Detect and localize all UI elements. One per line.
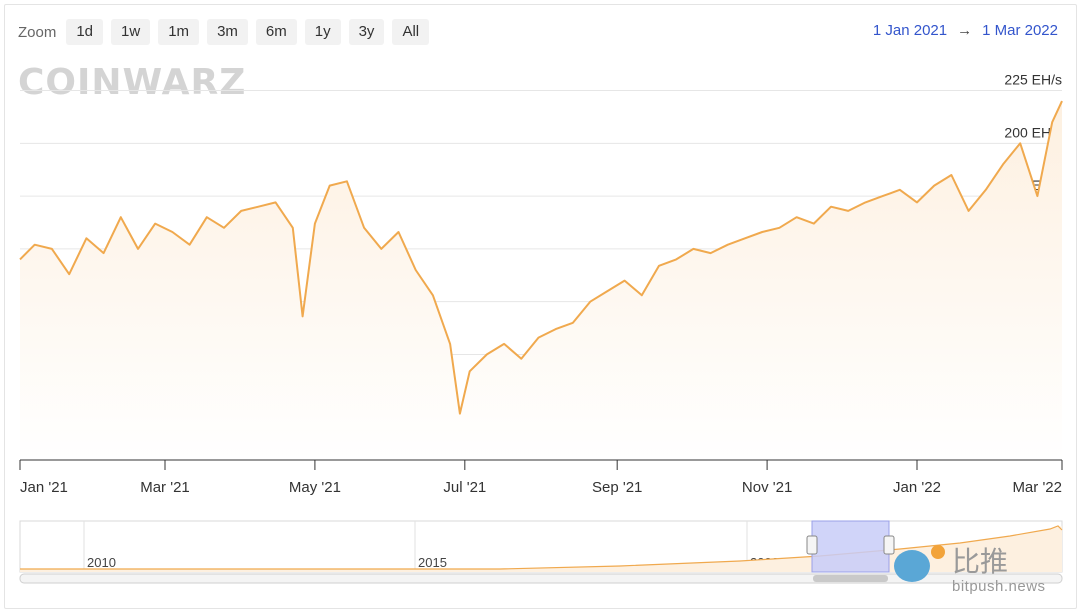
y-tick-label: 225 EH/s <box>1004 72 1062 88</box>
scrollbar-thumb <box>813 575 888 582</box>
x-tick-label: Mar '21 <box>140 479 190 496</box>
bitpush-cn-logo: 比推 <box>952 545 1009 578</box>
x-tick-label: Sep '21 <box>592 479 642 496</box>
navigator-tick-label: 2010 <box>87 555 116 570</box>
navigator-handle-right <box>883 535 895 555</box>
navigator-tick-label: 2015 <box>418 555 447 570</box>
bird-logo-icon <box>894 550 930 582</box>
x-tick-label: Mar '22 <box>1012 479 1062 496</box>
navigator-selection <box>811 520 890 573</box>
x-tick-label: May '21 <box>289 479 341 496</box>
navigator-handle-left <box>806 535 818 555</box>
x-tick-label: Nov '21 <box>742 479 792 496</box>
x-tick-label: Jan '21 <box>20 479 68 496</box>
x-tick-label: Jan '22 <box>893 479 941 496</box>
bitcoin-coin-icon <box>931 545 945 559</box>
series-area <box>20 101 1062 460</box>
bitpush-site: bitpush.news <box>952 578 1046 595</box>
x-tick-label: Jul '21 <box>443 479 486 496</box>
hashrate-chart: 50 EH/s75 EH/s100 EH/s125 EH/s150 EH/s17… <box>19 72 1063 584</box>
